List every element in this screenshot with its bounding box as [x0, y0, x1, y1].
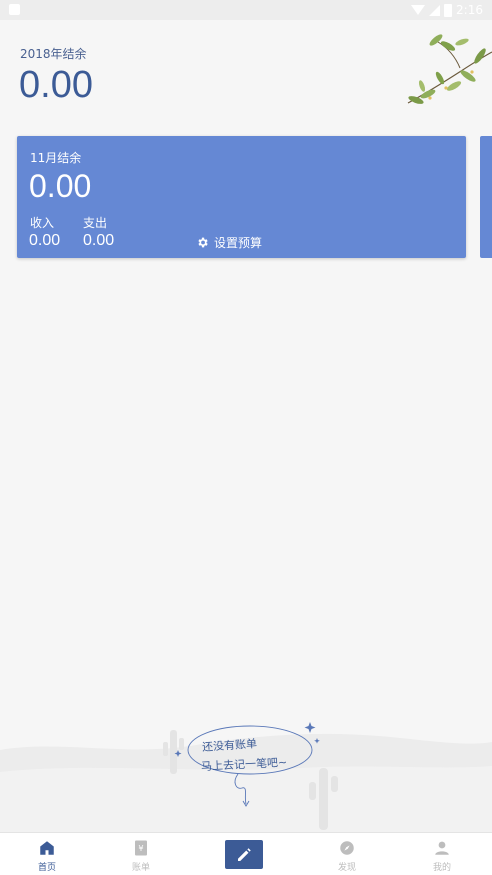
add-record-button[interactable] [225, 840, 263, 869]
bottom-navigation: 首页 ¥ 账单 发现 我的 [0, 832, 492, 875]
signal-icon [429, 4, 441, 16]
status-icons: 2:16 [411, 2, 483, 18]
next-card-peek[interactable] [480, 136, 492, 258]
set-budget-label: 设置预算 [214, 235, 263, 250]
nav-home[interactable]: 首页 [17, 839, 77, 873]
pencil-icon [238, 847, 251, 861]
notification-icon [9, 4, 20, 15]
empty-state-illustration [0, 722, 492, 832]
nav-mine[interactable]: 我的 [412, 839, 472, 873]
expense-label: 支出 [83, 216, 108, 230]
month-balance-value: 0.00 [29, 168, 92, 204]
nav-home-label: 首页 [37, 863, 56, 873]
nav-bills-label: 账单 [131, 863, 150, 873]
set-budget-button[interactable]: 设置预算 [196, 234, 262, 250]
nav-bills[interactable]: ¥ 账单 [111, 839, 171, 873]
gear-icon [198, 237, 208, 247]
battery-icon [444, 3, 453, 17]
nav-discover-label: 发现 [337, 863, 356, 873]
nav-discover[interactable]: 发现 [317, 839, 377, 873]
income-value: 0.00 [29, 232, 61, 249]
month-balance-card[interactable]: 11月结余 0.00 收入 0.00 支出 0.00 设置预算 [17, 136, 466, 258]
home-icon [40, 841, 54, 855]
branch-illustration [407, 34, 492, 104]
svg-text:¥: ¥ [138, 843, 143, 853]
person-icon [435, 841, 449, 855]
nav-mine-label: 我的 [432, 863, 451, 873]
wifi-icon [411, 5, 426, 15]
year-balance-label: 2018年结余 [20, 47, 87, 61]
status-bar: 2:16 [0, 0, 492, 20]
income-label: 收入 [30, 216, 55, 230]
expense-value: 0.00 [83, 232, 115, 249]
year-balance-value: 0.00 [19, 64, 93, 106]
compass-icon [340, 841, 354, 855]
bill-icon: ¥ [135, 840, 147, 856]
status-time: 2:16 [456, 3, 483, 17]
month-balance-label: 11月结余 [30, 151, 82, 165]
